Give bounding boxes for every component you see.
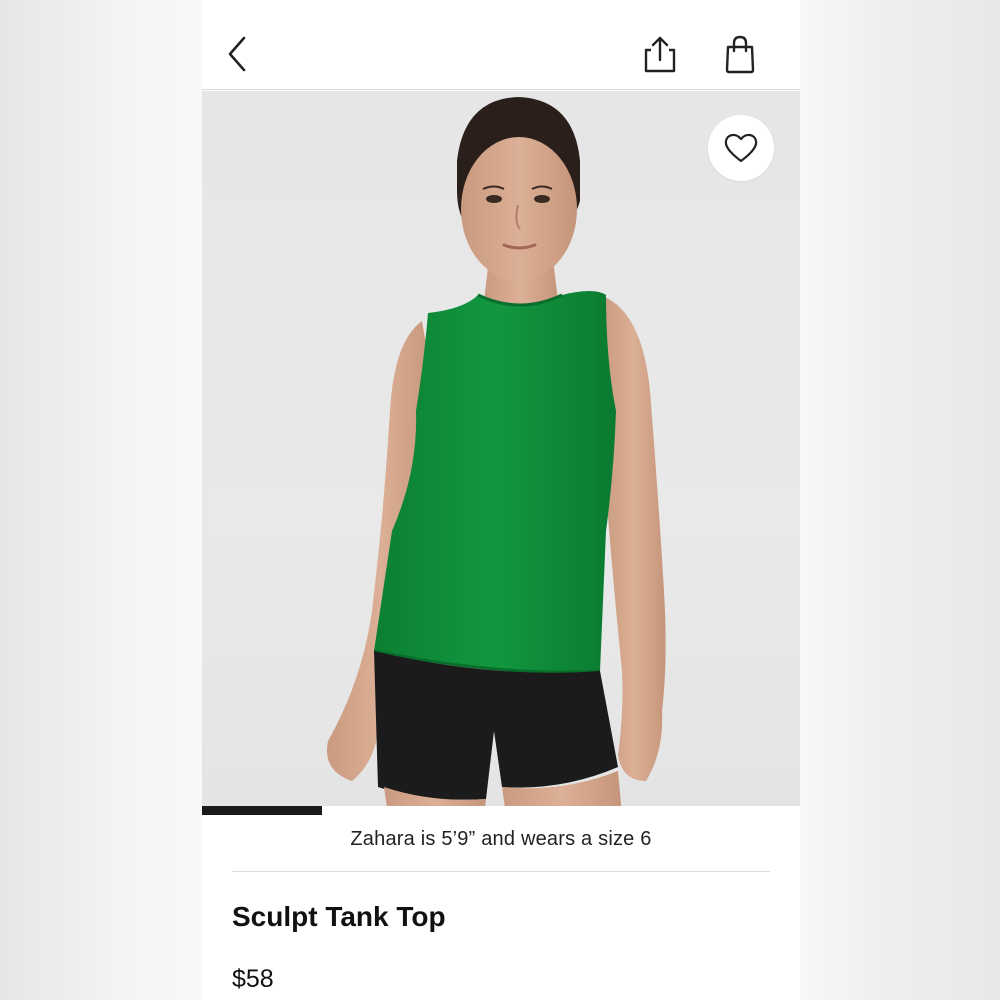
heart-icon (724, 133, 758, 163)
right-margin (800, 0, 1000, 1000)
divider (232, 871, 770, 872)
back-button[interactable] (216, 32, 260, 76)
product-title: Sculpt Tank Top (232, 901, 446, 932)
shopping-bag-icon (725, 35, 755, 74)
product-price: $58 (232, 965, 274, 993)
left-margin (0, 0, 202, 1000)
product-page: Zahara is 5’9” and wears a size 6 Sculpt… (202, 0, 800, 1000)
gallery-progress-track (202, 806, 800, 815)
product-image[interactable] (202, 91, 800, 815)
fit-note: Zahara is 5’9” and wears a size 6 (350, 828, 652, 850)
shopping-bag-button[interactable] (718, 32, 762, 76)
share-icon (644, 36, 676, 73)
chevron-left-icon (228, 36, 246, 72)
favorite-button[interactable] (708, 115, 774, 181)
model-photo (327, 97, 666, 815)
top-nav-bar (202, 0, 800, 90)
share-button[interactable] (638, 32, 682, 76)
gallery-progress-indicator (202, 806, 322, 815)
